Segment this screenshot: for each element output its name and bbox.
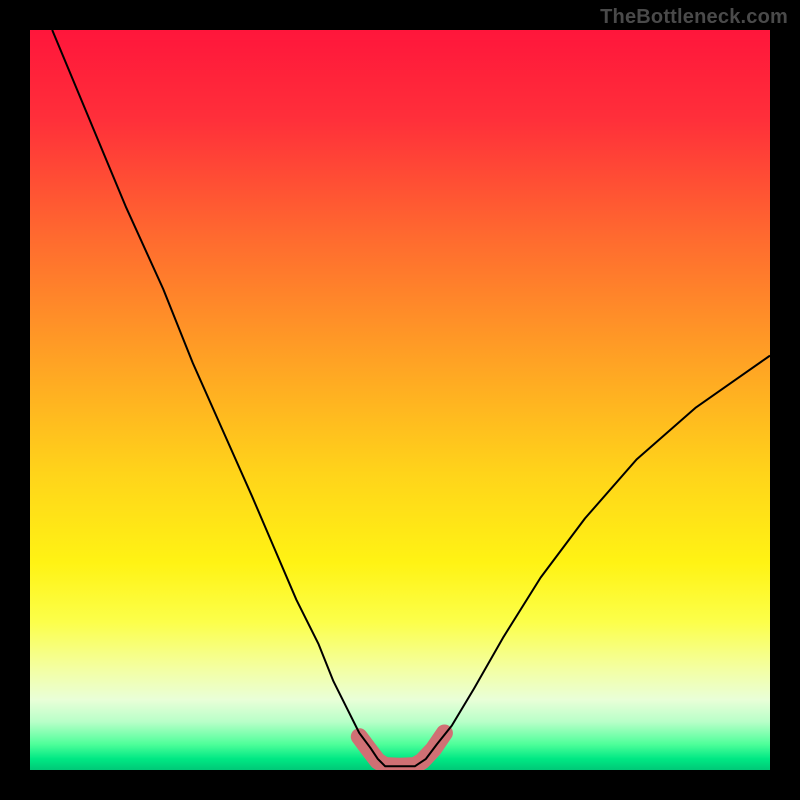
watermark-text: TheBottleneck.com: [600, 6, 788, 29]
chart-frame: [30, 30, 770, 770]
gradient-background: [30, 30, 770, 770]
bottleneck-chart: [30, 30, 770, 770]
